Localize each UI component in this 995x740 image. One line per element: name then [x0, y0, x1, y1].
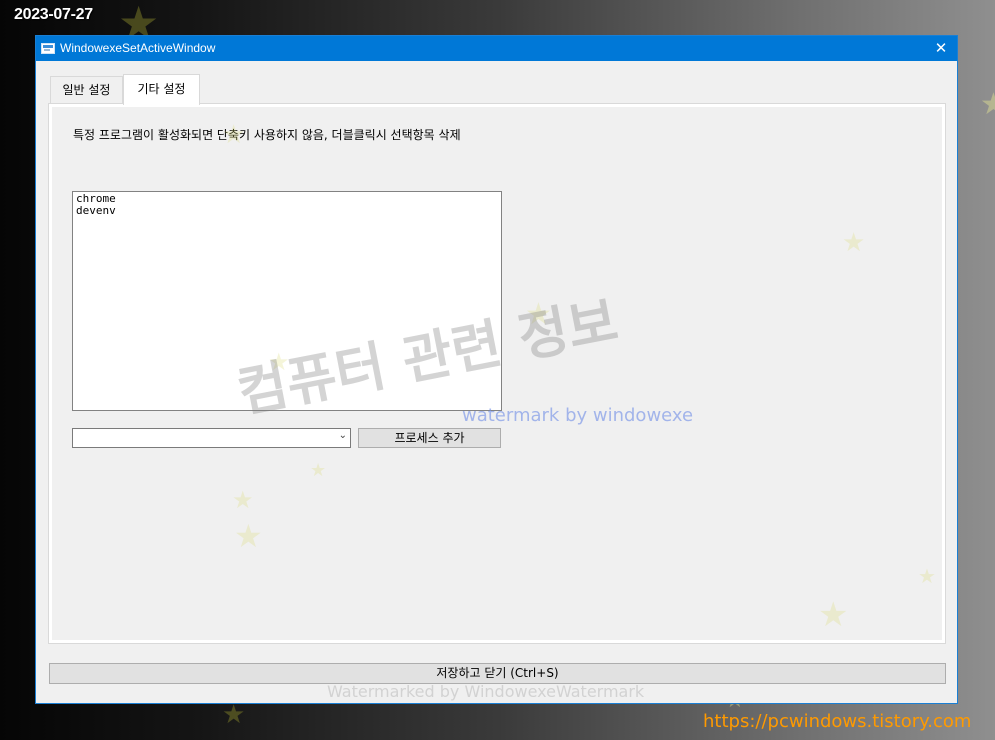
star-decoration: ★: [222, 700, 246, 730]
star-decoration: ★: [842, 228, 866, 258]
chevron-down-icon[interactable]: ⌄: [339, 430, 347, 441]
app-window-icon: [41, 43, 55, 54]
save-close-button[interactable]: 저장하고 닫기 (Ctrl+S): [49, 663, 946, 684]
watermark-bottom-text: Watermarked by WindowexeWatermark: [327, 682, 645, 701]
star-decoration: ★: [818, 595, 849, 635]
tab-general-settings[interactable]: 일반 설정: [50, 76, 123, 103]
site-url-text: https://pcwindows.tistory.com: [703, 711, 972, 732]
process-combobox[interactable]: ⌄: [72, 428, 351, 448]
add-process-button[interactable]: 프로세스 추가: [358, 428, 501, 448]
tab-other-settings[interactable]: 기타 설정: [123, 74, 200, 105]
star-decoration: ★: [234, 517, 263, 555]
list-item[interactable]: chrome: [76, 193, 498, 205]
title-bar[interactable]: WindowexeSetActiveWindow ✕: [36, 36, 957, 61]
description-label: 특정 프로그램이 활성화되면 단축키 사용하지 않음, 더블클릭시 선택항목 삭…: [73, 128, 461, 142]
star-decoration: ★: [918, 564, 936, 588]
list-item[interactable]: devenv: [76, 205, 498, 217]
star-decoration: ★: [222, 120, 246, 150]
close-icon: ✕: [934, 39, 948, 57]
close-button[interactable]: ✕: [925, 36, 957, 61]
star-decoration: ★: [232, 486, 254, 514]
star-decoration: ★: [980, 87, 995, 122]
window-title: WindowexeSetActiveWindow: [60, 41, 216, 55]
star-decoration: ★: [310, 460, 327, 481]
watermark-english-text: watermark by windowexe: [462, 405, 694, 426]
date-overlay: 2023-07-27: [14, 6, 93, 23]
